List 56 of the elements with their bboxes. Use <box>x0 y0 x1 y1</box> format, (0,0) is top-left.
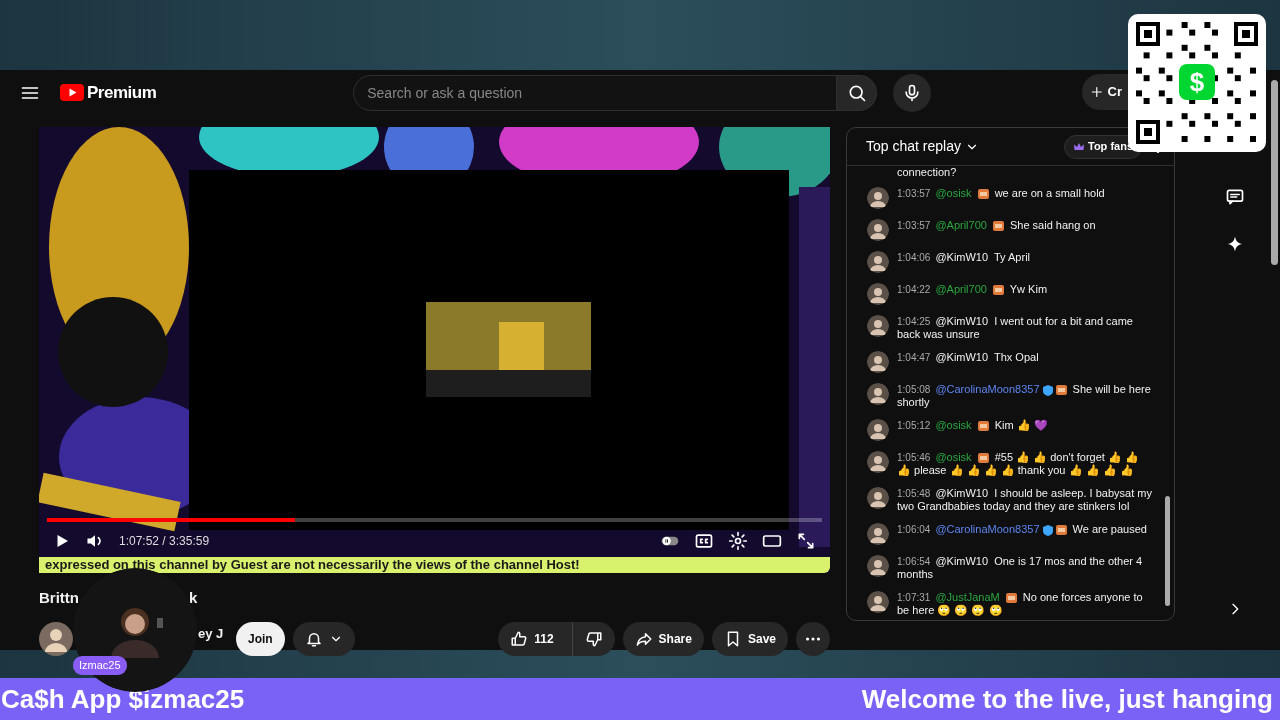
avatar <box>867 315 889 337</box>
create-button[interactable]: Cr <box>1082 74 1128 110</box>
notifications-button[interactable] <box>292 621 355 656</box>
avatar <box>867 419 889 441</box>
avatar <box>867 487 889 509</box>
video-title: k <box>189 588 198 608</box>
chat-mode-dropdown[interactable]: Top chat replay <box>866 136 979 157</box>
more-button[interactable] <box>796 621 830 656</box>
video-title: Brittn <box>39 588 79 608</box>
share-button[interactable]: Share <box>622 621 704 656</box>
play-logo-icon <box>60 84 84 101</box>
chat-message: 1:05:46 @osisk #55 👍 👍 don't forget 👍 👍 👍 please 👍 👍 👍 👍 thank you 👍 👍 👍 👍 <box>897 451 1140 477</box>
avatar <box>867 351 889 373</box>
chat-message: 1:04:22 @April700 Yw Kim <box>897 283 1048 298</box>
chat-message: 1:03:57 @April700 She said hang on <box>897 219 1096 234</box>
save-button[interactable]: Save <box>711 621 788 656</box>
chat-message: 1:04:06 @KimW10 Ty April <box>897 251 1031 265</box>
chat-message-text: connection? <box>897 166 957 179</box>
search-button[interactable] <box>837 74 878 111</box>
logo-text: Premium <box>87 81 157 104</box>
name-tag: Izmac25 <box>73 656 127 675</box>
avatar <box>867 187 889 209</box>
avatar <box>867 219 889 241</box>
banner-text: Ca$h App $izmac25 <box>1 682 245 716</box>
chat-message: 1:03:57 @osisk we are on a small hold <box>897 187 1105 202</box>
banner-text: Welcome to the live, just hanging <box>861 682 1273 716</box>
avatar <box>867 555 889 577</box>
mic-button[interactable] <box>893 73 932 112</box>
channel-name[interactable]: ey J <box>198 623 228 643</box>
cash-logo: $ <box>1179 64 1215 100</box>
avatar <box>867 451 889 473</box>
scrollbar[interactable] <box>1165 496 1170 606</box>
join-button[interactable]: Join <box>236 621 285 656</box>
channel-avatar[interactable] <box>39 621 73 656</box>
avatar <box>867 523 889 545</box>
more-icon <box>806 636 820 641</box>
avatar <box>867 251 889 273</box>
chat-message: 1:05:12 @osisk Kim 👍 💜 <box>897 419 1048 434</box>
chat-icon <box>1225 187 1245 207</box>
thumbs-up-icon <box>510 629 529 648</box>
chat-message: 1:07:31 @JustJanaM No one forces anyone to be here 🙄 🙄 🙄 🙄 <box>897 591 1144 617</box>
avatar <box>867 283 889 305</box>
avatar <box>867 383 889 405</box>
thumbs-down-icon <box>584 629 603 648</box>
chat-message: 1:06:04 @CarolinaMoon8357 We are paused <box>897 523 1147 538</box>
chat-message: 1:05:08 @CarolinaMoon8357 She will be here shortly <box>897 383 1152 409</box>
chat-message: 1:04:47 @KimW10 Thx Opal <box>897 351 1039 365</box>
scrollbar[interactable] <box>1271 80 1278 265</box>
search-field[interactable]: Search or ask a question <box>353 74 838 111</box>
sparkle-button[interactable] <box>1226 235 1244 253</box>
chat-message: 1:04:25 @KimW10 I went out for a bit and came back was unsure <box>897 315 1134 341</box>
avatar <box>867 591 889 613</box>
chat-button[interactable] <box>1225 187 1245 207</box>
sparkle-icon <box>1226 235 1244 253</box>
chat-message: 1:06:54 @KimW10 One is 17 mos and the other 4 months <box>897 555 1144 581</box>
chat-message: 1:05:48 @KimW10 I should be asleep. I babysat my two Grandbabies today and they are stinkers lol <box>897 487 1152 513</box>
